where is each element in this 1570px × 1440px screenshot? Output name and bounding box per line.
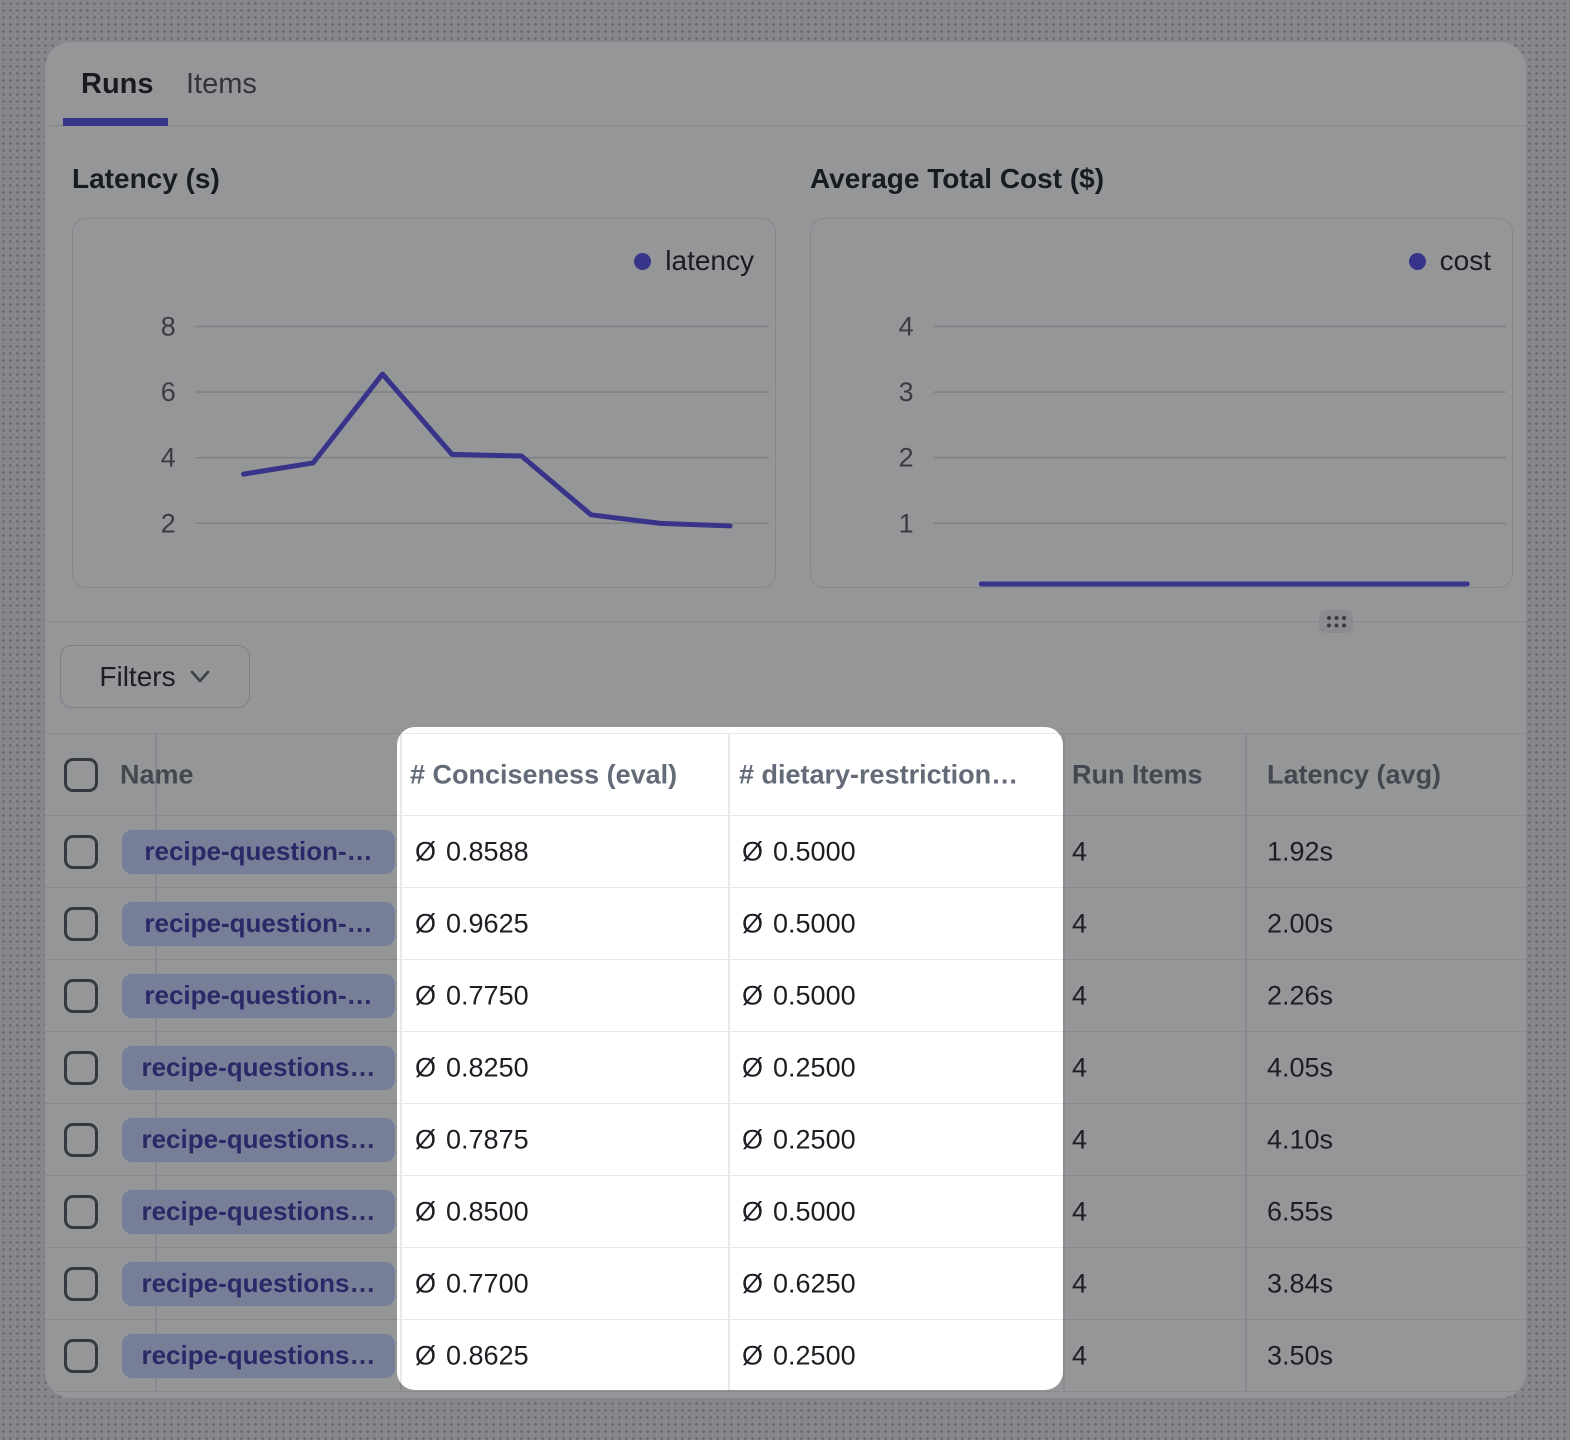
run-items-cell: 4 xyxy=(1072,1052,1087,1083)
svg-text:2: 2 xyxy=(899,443,914,473)
table-row[interactable]: recipe-questions… Ø0.8500 Ø0.5000 4 6.55… xyxy=(45,1176,1526,1248)
cost-legend: cost xyxy=(1409,249,1491,273)
run-items-cell: 4 xyxy=(1072,908,1087,939)
svg-text:6: 6 xyxy=(161,377,176,407)
dietary-cell: Ø0.5000 xyxy=(742,908,856,939)
svg-text:1: 1 xyxy=(899,508,914,538)
run-items-cell: 4 xyxy=(1072,1340,1087,1371)
conciseness-cell: Ø0.8588 xyxy=(415,836,529,867)
latency-legend-dot-icon xyxy=(634,253,651,270)
dietary-cell: Ø0.2500 xyxy=(742,1340,856,1371)
column-header-name[interactable]: Name xyxy=(120,759,194,790)
conciseness-cell: Ø0.8250 xyxy=(415,1052,529,1083)
latency-legend: latency xyxy=(634,249,754,273)
resize-handle[interactable] xyxy=(1319,610,1353,633)
row-checkbox[interactable] xyxy=(64,835,98,869)
column-header-conciseness[interactable]: # Conciseness (eval) xyxy=(410,759,677,790)
page: { "colors": { "accent": "#4f46e5", "badg… xyxy=(0,0,1570,1440)
latency-cell: 6.55s xyxy=(1267,1196,1333,1227)
latency-legend-label: latency xyxy=(665,245,754,277)
run-name-badge[interactable]: recipe-questions… xyxy=(122,1190,395,1234)
svg-text:4: 4 xyxy=(161,443,176,473)
latency-cell: 3.84s xyxy=(1267,1268,1333,1299)
section-divider xyxy=(45,621,1526,622)
run-items-cell: 4 xyxy=(1072,1196,1087,1227)
row-checkbox[interactable] xyxy=(64,907,98,941)
conciseness-cell: Ø0.7875 xyxy=(415,1124,529,1155)
run-name-badge[interactable]: recipe-questions… xyxy=(122,1262,395,1306)
dietary-cell: Ø0.5000 xyxy=(742,980,856,1011)
dietary-cell: Ø0.5000 xyxy=(742,836,856,867)
cost-chart-title: Average Total Cost ($) xyxy=(810,163,1104,195)
latency-cell: 2.00s xyxy=(1267,908,1333,939)
tab-items[interactable]: Items xyxy=(186,42,257,126)
run-items-cell: 4 xyxy=(1072,980,1087,1011)
row-checkbox[interactable] xyxy=(64,1339,98,1373)
run-name-badge[interactable]: recipe-questions… xyxy=(122,1334,395,1378)
cost-chart: 4 3 2 1 cost xyxy=(810,218,1513,588)
table-row[interactable]: recipe-questions… Ø0.7700 Ø0.6250 4 3.84… xyxy=(45,1248,1526,1320)
table-row[interactable]: recipe-question-… Ø0.7750 Ø0.5000 4 2.26… xyxy=(45,960,1526,1032)
run-items-cell: 4 xyxy=(1072,1268,1087,1299)
column-header-dietary-restriction[interactable]: # dietary-restriction… xyxy=(739,759,1018,790)
run-name-badge[interactable]: recipe-questions… xyxy=(122,1046,395,1090)
conciseness-cell: Ø0.8625 xyxy=(415,1340,529,1371)
conciseness-cell: Ø0.7750 xyxy=(415,980,529,1011)
main-panel: Runs Items Latency (s) Average Total Cos… xyxy=(45,42,1526,1398)
table-row[interactable]: recipe-questions… Ø0.8250 Ø0.2500 4 4.05… xyxy=(45,1032,1526,1104)
table-row[interactable]: recipe-question-… Ø0.9625 Ø0.5000 4 2.00… xyxy=(45,888,1526,960)
cost-legend-dot-icon xyxy=(1409,253,1426,270)
filters-button-label: Filters xyxy=(99,661,175,693)
table-row[interactable]: recipe-questions… Ø0.8625 Ø0.2500 4 3.50… xyxy=(45,1320,1526,1392)
table-header: Name # Conciseness (eval) # dietary-rest… xyxy=(45,733,1526,816)
row-checkbox[interactable] xyxy=(64,1051,98,1085)
row-checkbox[interactable] xyxy=(64,1267,98,1301)
conciseness-cell: Ø0.8500 xyxy=(415,1196,529,1227)
column-header-run-items[interactable]: Run Items xyxy=(1072,759,1203,790)
active-tab-underline xyxy=(63,118,168,126)
table-row[interactable]: recipe-question-… Ø0.8588 Ø0.5000 4 1.92… xyxy=(45,816,1526,888)
svg-text:8: 8 xyxy=(161,311,176,341)
select-all-checkbox[interactable] xyxy=(64,758,98,792)
cost-legend-label: cost xyxy=(1440,245,1491,277)
dietary-cell: Ø0.6250 xyxy=(742,1268,856,1299)
svg-text:2: 2 xyxy=(161,508,176,538)
latency-cell: 2.26s xyxy=(1267,980,1333,1011)
latency-chart-title: Latency (s) xyxy=(72,163,220,195)
latency-cell: 3.50s xyxy=(1267,1340,1333,1371)
dietary-cell: Ø0.2500 xyxy=(742,1052,856,1083)
filters-button[interactable]: Filters xyxy=(60,645,250,708)
column-header-latency-avg[interactable]: Latency (avg) xyxy=(1267,759,1441,790)
latency-cell: 4.10s xyxy=(1267,1124,1333,1155)
latency-cell: 4.05s xyxy=(1267,1052,1333,1083)
svg-text:3: 3 xyxy=(899,377,914,407)
table-row[interactable]: recipe-questions… Ø0.7875 Ø0.2500 4 4.10… xyxy=(45,1104,1526,1176)
run-items-cell: 4 xyxy=(1072,836,1087,867)
run-name-badge[interactable]: recipe-question-… xyxy=(122,974,395,1018)
row-checkbox[interactable] xyxy=(64,1123,98,1157)
drag-dots-icon xyxy=(1327,616,1332,621)
row-checkbox[interactable] xyxy=(64,1195,98,1229)
tab-bar: Runs Items xyxy=(45,42,1526,126)
run-name-badge[interactable]: recipe-questions… xyxy=(122,1118,395,1162)
run-name-badge[interactable]: recipe-question-… xyxy=(122,902,395,946)
svg-text:4: 4 xyxy=(899,311,914,341)
latency-cell: 1.92s xyxy=(1267,836,1333,867)
dietary-cell: Ø0.5000 xyxy=(742,1196,856,1227)
runs-table: Name # Conciseness (eval) # dietary-rest… xyxy=(45,733,1526,1392)
conciseness-cell: Ø0.7700 xyxy=(415,1268,529,1299)
run-name-badge[interactable]: recipe-question-… xyxy=(122,830,395,874)
tab-runs[interactable]: Runs xyxy=(81,42,154,126)
cost-chart-plot: 4 3 2 1 xyxy=(811,219,1512,587)
row-checkbox[interactable] xyxy=(64,979,98,1013)
dietary-cell: Ø0.2500 xyxy=(742,1124,856,1155)
latency-chart: 8 6 4 2 latency xyxy=(72,218,776,588)
run-items-cell: 4 xyxy=(1072,1124,1087,1155)
chevron-down-icon xyxy=(189,669,211,685)
conciseness-cell: Ø0.9625 xyxy=(415,908,529,939)
